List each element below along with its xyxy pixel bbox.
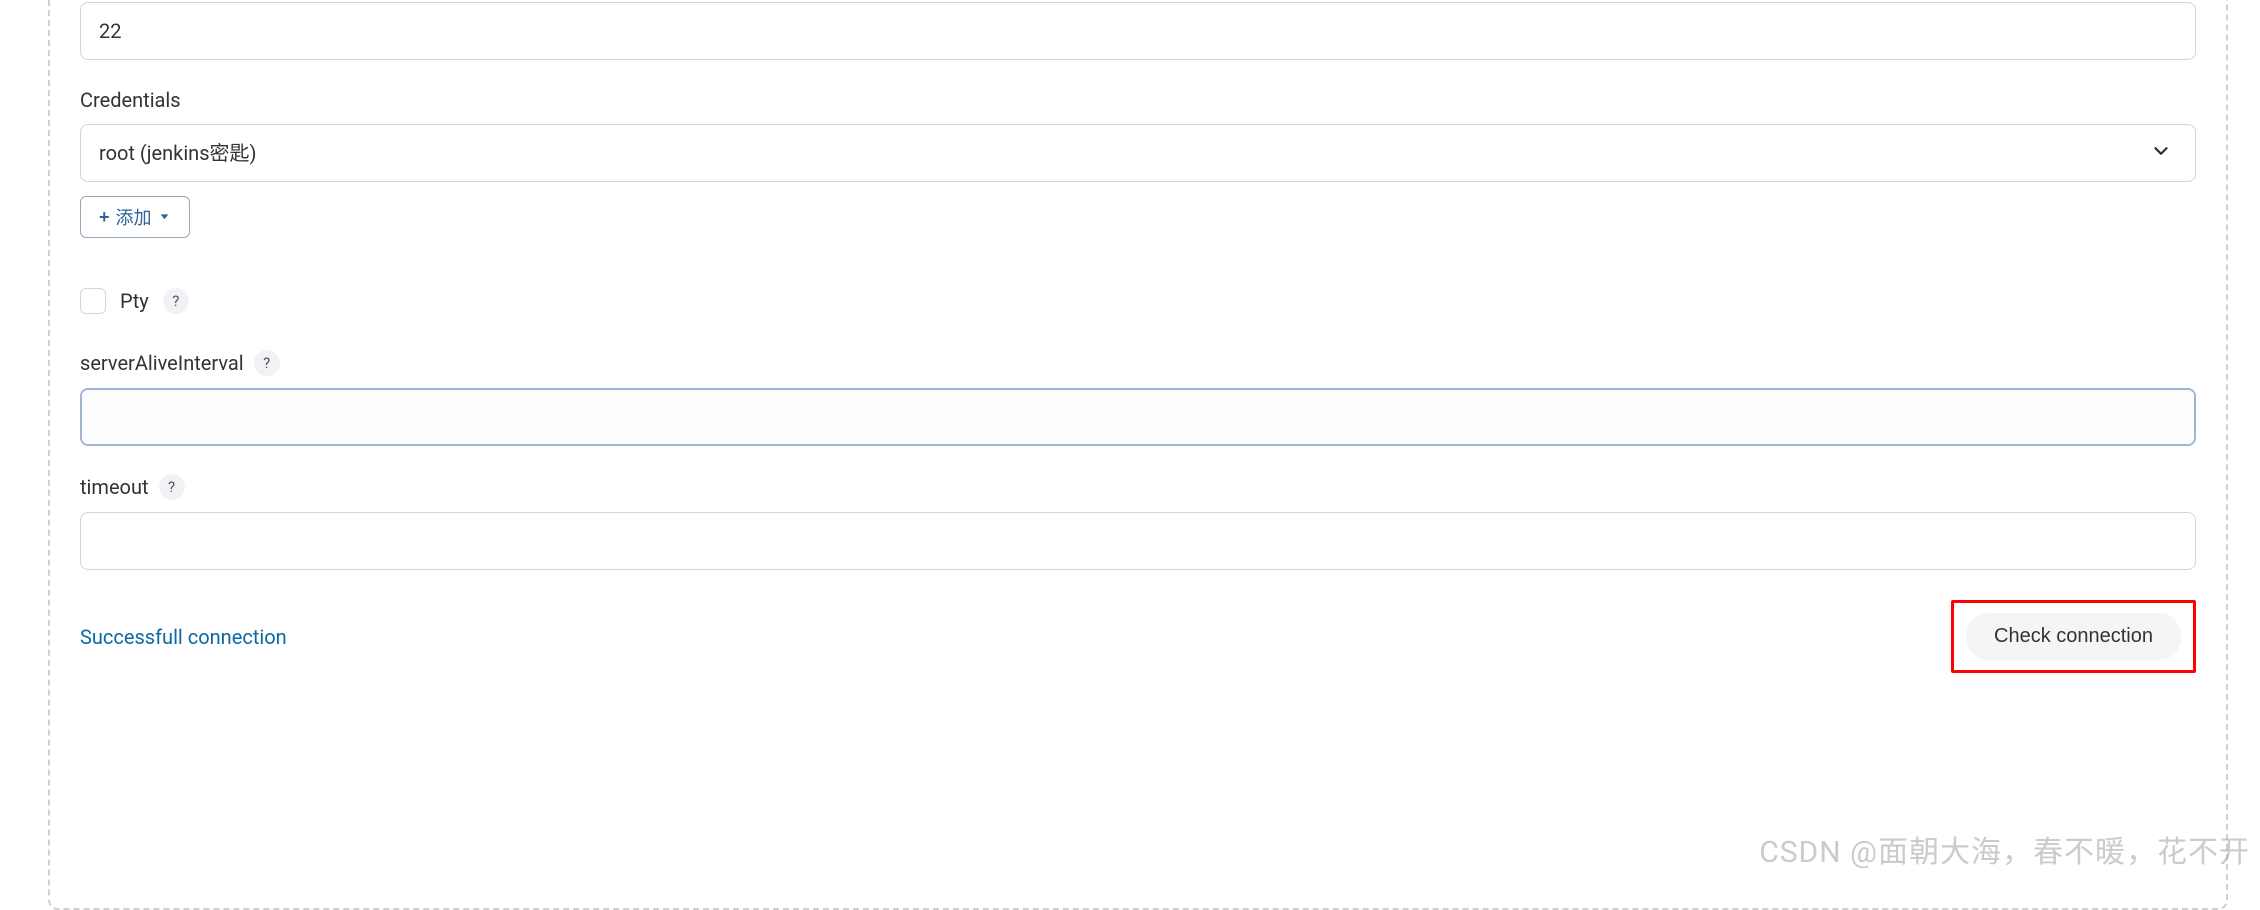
credentials-group: Credentials root (jenkins密匙) + 添加 bbox=[80, 88, 2196, 238]
credentials-label-row: Credentials bbox=[80, 88, 2196, 112]
check-connection-label: Check connection bbox=[1994, 625, 2153, 647]
status-row: Successfull connection Check connection bbox=[80, 600, 2196, 673]
credentials-select-wrap: root (jenkins密匙) bbox=[80, 124, 2196, 182]
config-panel: Credentials root (jenkins密匙) + 添加 Pty ? … bbox=[48, 0, 2228, 910]
check-connection-button[interactable]: Check connection bbox=[1966, 613, 2181, 660]
plus-icon: + bbox=[99, 207, 110, 228]
timeout-input[interactable] bbox=[80, 512, 2196, 570]
pty-label: Pty bbox=[120, 289, 149, 313]
port-group bbox=[80, 2, 2196, 60]
server-alive-interval-input[interactable] bbox=[80, 388, 2196, 446]
credentials-select[interactable]: root (jenkins密匙) bbox=[80, 124, 2196, 182]
help-icon[interactable]: ? bbox=[254, 350, 280, 376]
port-input[interactable] bbox=[80, 2, 2196, 60]
help-icon[interactable]: ? bbox=[159, 474, 185, 500]
timeout-group: timeout ? bbox=[80, 474, 2196, 570]
server-alive-interval-label-row: serverAliveInterval ? bbox=[80, 350, 2196, 376]
credentials-label: Credentials bbox=[80, 88, 181, 112]
pty-row: Pty ? bbox=[80, 288, 2196, 314]
timeout-label: timeout bbox=[80, 475, 149, 499]
help-icon[interactable]: ? bbox=[163, 288, 189, 314]
timeout-label-row: timeout ? bbox=[80, 474, 2196, 500]
check-connection-highlight: Check connection bbox=[1951, 600, 2196, 673]
server-alive-interval-label: serverAliveInterval bbox=[80, 351, 244, 375]
server-alive-interval-group: serverAliveInterval ? bbox=[80, 350, 2196, 446]
connection-status-text: Successfull connection bbox=[80, 625, 287, 649]
pty-checkbox[interactable] bbox=[80, 288, 106, 314]
caret-down-icon bbox=[158, 207, 171, 228]
add-credentials-button[interactable]: + 添加 bbox=[80, 196, 190, 238]
add-credentials-label: 添加 bbox=[116, 204, 152, 230]
